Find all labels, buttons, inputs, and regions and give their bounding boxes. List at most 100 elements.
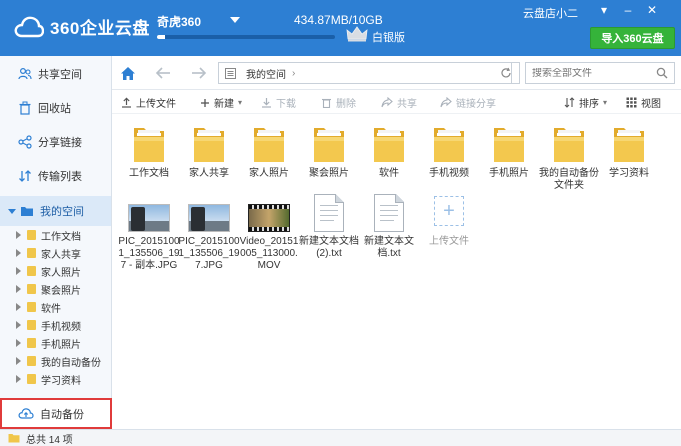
sidebar-tree-label: 我的自动备份 [41, 357, 101, 369]
sidebar-item-my-space[interactable]: 我的空间 [0, 196, 111, 226]
folder-icon [134, 128, 164, 162]
folder-item[interactable]: 手机照片 [478, 120, 540, 180]
link-share-button[interactable]: 链接分享 [440, 95, 496, 110]
file-name: 家人照片 [249, 168, 289, 179]
expand-caret-icon[interactable] [16, 339, 21, 347]
breadcrumb-my-space[interactable]: 我的空间 [246, 66, 286, 81]
expand-caret-icon[interactable] [16, 231, 21, 239]
upload-file-tile[interactable]: + 上传文件 [418, 188, 480, 248]
auto-backup-button[interactable]: 自动备份 [0, 398, 112, 429]
expand-caret-icon[interactable] [16, 249, 21, 257]
file-item[interactable]: 新建文本文档 (2).txt [298, 188, 360, 260]
sidebar-tree-item[interactable]: 我的自动备份 [0, 352, 111, 370]
expand-caret-icon[interactable] [16, 267, 21, 275]
sidebar-tree-label: 家人照片 [41, 267, 81, 279]
sidebar-item-label: 我的空间 [40, 206, 84, 218]
minimize-icon[interactable]: – [621, 3, 635, 17]
expand-caret-icon[interactable] [8, 208, 16, 214]
folder-icon [434, 128, 464, 162]
sidebar-tree-item[interactable]: 手机照片 [0, 334, 111, 352]
search-input[interactable] [526, 67, 646, 79]
quota-progress-bar [157, 35, 335, 39]
sidebar-tree-item[interactable]: 软件 [0, 298, 111, 316]
sidebar-tree-label: 软件 [41, 303, 61, 315]
cloud-logo-icon [14, 16, 44, 37]
sidebar-tree-label: 手机视频 [41, 321, 81, 333]
delete-button[interactable]: 删除 [321, 95, 356, 110]
sidebar-tree-label: 手机照片 [41, 339, 81, 351]
file-item[interactable]: Video_20151005_113000.MOV [238, 188, 300, 272]
home-icon[interactable] [119, 64, 137, 82]
file-name: 新建文本文档 (2).txt [299, 236, 359, 259]
breadcrumb[interactable]: 我的空间 › [218, 62, 512, 84]
back-arrow-icon[interactable] [154, 64, 172, 82]
file-name: Video_20151005_113000.MOV [239, 236, 299, 271]
sidebar-item-recycle-bin[interactable]: 回收站 [0, 93, 111, 123]
folder-item[interactable]: 工作文档 [118, 120, 180, 180]
plus-icon: + [434, 196, 464, 226]
sidebar-tree-item[interactable]: 家人照片 [0, 262, 111, 280]
folder-item[interactable]: 家人共享 [178, 120, 240, 180]
share-icon [18, 135, 32, 149]
account-name[interactable]: 奇虎360 [157, 13, 201, 30]
sidebar-tree-item[interactable]: 学习资料 [0, 370, 111, 388]
sidebar-item-transfer-list[interactable]: 传输列表 [0, 161, 111, 191]
sidebar-tree-item[interactable]: 手机视频 [0, 316, 111, 334]
sort-label: 排序 [579, 99, 599, 110]
new-label: 新建 [214, 99, 234, 110]
shop-name[interactable]: 云盘店小二 [523, 5, 578, 21]
trash-icon [321, 97, 332, 108]
link-share-label: 链接分享 [456, 99, 496, 110]
quota-progress-fill [157, 35, 165, 39]
share-button[interactable]: 共享 [381, 95, 417, 110]
expand-caret-icon[interactable] [16, 285, 21, 293]
search-icon[interactable] [656, 67, 668, 82]
sidebar-tree-item[interactable]: 聚会照片 [0, 280, 111, 298]
new-button[interactable]: 新建 ▾ [200, 95, 242, 110]
folder-item[interactable]: 学习资料 [598, 120, 660, 180]
folder-icon [27, 266, 36, 276]
sidebar-item-shared-space[interactable]: 共享空间 [0, 59, 111, 89]
expand-caret-icon[interactable] [16, 303, 21, 311]
folder-item[interactable]: 家人照片 [238, 120, 300, 180]
expand-caret-icon[interactable] [16, 357, 21, 365]
people-icon [18, 67, 32, 81]
folder-icon [8, 433, 20, 443]
download-button[interactable]: 下载 [261, 95, 296, 110]
file-name: 学习资料 [609, 168, 649, 179]
folder-item[interactable]: 软件 [358, 120, 420, 180]
sidebar-tree-item[interactable]: 工作文档 [0, 226, 111, 244]
menu-dropdown-icon[interactable]: ▾ [597, 3, 611, 17]
sort-icon [564, 97, 575, 108]
file-name: 我的自动备份文件夹 [539, 168, 599, 191]
refresh-button[interactable] [492, 62, 520, 84]
folder-icon [27, 356, 36, 366]
close-icon[interactable]: ✕ [645, 3, 659, 17]
expand-caret-icon[interactable] [16, 375, 21, 383]
file-name: 手机照片 [489, 168, 529, 179]
upload-file-label: 上传文件 [429, 236, 469, 247]
expand-caret-icon[interactable] [16, 321, 21, 329]
account-dropdown-icon[interactable] [230, 17, 240, 23]
sort-button[interactable]: 排序 ▾ [564, 95, 607, 110]
file-item[interactable]: PIC_20151001_135506_197.JPG [178, 188, 240, 272]
folder-icon [27, 284, 36, 294]
file-item[interactable]: PIC_20151001_135506_197 - 副本.JPG [118, 188, 180, 272]
sidebar-tree-item[interactable]: 家人共享 [0, 244, 111, 262]
folder-item[interactable]: 手机视频 [418, 120, 480, 180]
sidebar-item-label: 共享空间 [38, 69, 82, 81]
folder-icon [314, 128, 344, 162]
view-button[interactable]: 视图 [626, 95, 661, 110]
folder-item[interactable]: 我的自动备份文件夹 [538, 120, 600, 192]
file-name: 软件 [379, 168, 399, 179]
sidebar: 共享空间 回收站 分享链接 传输列表 我的空间 工作文档 家人共享家人照片 聚会照片… [0, 56, 112, 428]
tier-label[interactable]: 白银版 [372, 29, 405, 45]
import-360-cloud-button[interactable]: 导入360云盘 [590, 27, 675, 49]
upload-file-button[interactable]: 上传文件 [121, 95, 176, 110]
sidebar-tree-label: 学习资料 [41, 375, 81, 387]
folder-item[interactable]: 聚会照片 [298, 120, 360, 180]
file-name: 工作文档 [129, 168, 169, 179]
forward-arrow-icon[interactable] [190, 64, 208, 82]
sidebar-item-share-links[interactable]: 分享链接 [0, 127, 111, 157]
file-item[interactable]: 新建文本文档.txt [358, 188, 420, 260]
